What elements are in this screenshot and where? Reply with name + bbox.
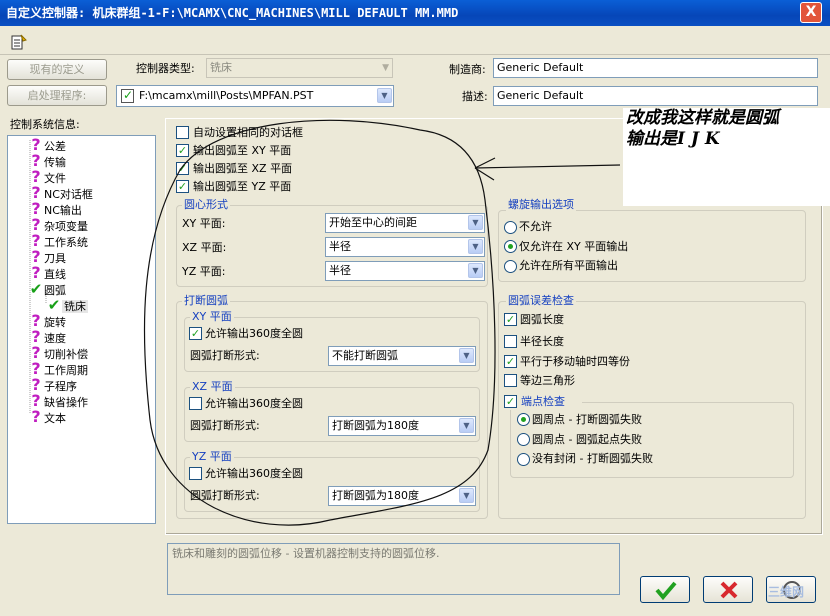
annotation-drawing xyxy=(143,119,621,526)
annotation-arrow-line xyxy=(474,164,621,169)
annotation-arrow-head xyxy=(474,157,496,181)
annotation-circle xyxy=(143,119,496,526)
